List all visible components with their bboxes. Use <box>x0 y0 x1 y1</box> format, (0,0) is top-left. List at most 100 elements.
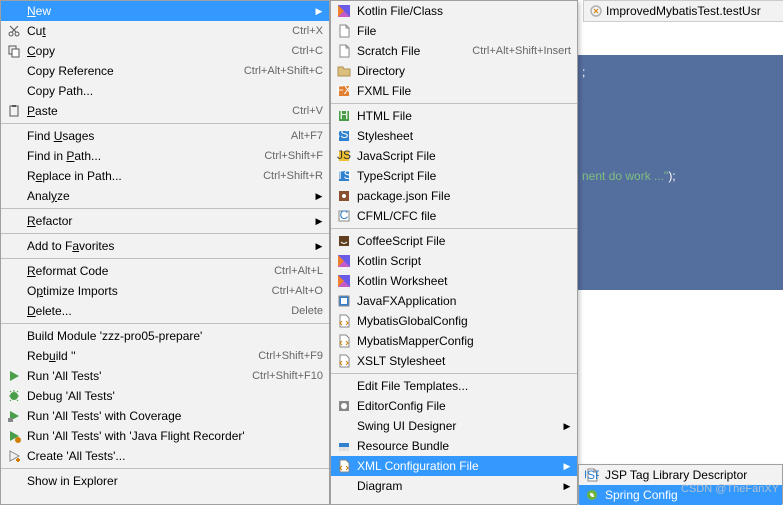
context-menu-2-item[interactable]: EditorConfig File <box>331 396 577 416</box>
context-menu-2-item[interactable]: Diagram▶ <box>331 476 577 496</box>
menu-item-label: Run 'All Tests' with Coverage <box>27 409 323 423</box>
ts-icon: TS <box>335 168 353 184</box>
file-icon <box>335 23 353 39</box>
context-menu-1-item[interactable]: Delete...Delete <box>1 301 329 321</box>
context-menu-2-item[interactable]: XSLT Stylesheet <box>331 351 577 371</box>
submenu-arrow-icon: ▶ <box>315 216 323 227</box>
blank-icon <box>5 63 23 79</box>
cut-icon <box>5 23 23 39</box>
menu-item-label: Run 'All Tests' with 'Java Flight Record… <box>27 429 323 443</box>
blank-icon <box>5 238 23 254</box>
context-menu-2-item[interactable]: Kotlin File/Class <box>331 1 577 21</box>
context-menu-2-item[interactable]: Swing UI Designer ▶ <box>331 416 577 436</box>
context-menu-1-item[interactable]: Analyze▶ <box>1 186 329 206</box>
context-menu-2-item[interactable]: CSSStylesheet <box>331 126 577 146</box>
debug-icon <box>5 388 23 404</box>
context-menu-1[interactable]: New▶CutCtrl+XCopyCtrl+CCopy ReferenceCtr… <box>0 0 330 505</box>
menu-item-label: New <box>27 4 311 18</box>
context-menu-3-item[interactable]: JSPJSP Tag Library Descriptor <box>579 465 782 485</box>
context-menu-1-item[interactable]: Build Module 'zzz-pro05-prepare' <box>1 326 329 346</box>
kotlin-icon <box>335 3 353 19</box>
context-menu-2-item[interactable]: CCFML/CFC file <box>331 206 577 226</box>
context-menu-1-item[interactable]: Rebuild ''Ctrl+Shift+F9 <box>1 346 329 366</box>
menu-item-label: Diagram <box>357 479 559 493</box>
context-menu-1-item[interactable]: Reformat CodeCtrl+Alt+L <box>1 261 329 281</box>
svg-text:H: H <box>340 109 349 122</box>
html-icon: H <box>335 108 353 124</box>
context-menu-1-item[interactable]: Copy Reference Ctrl+Alt+Shift+C <box>1 61 329 81</box>
context-menu-2-item[interactable]: FXFXML File <box>331 81 577 101</box>
menu-item-label: EditorConfig File <box>357 399 571 413</box>
context-menu-1-item[interactable]: CutCtrl+X <box>1 21 329 41</box>
blank-icon <box>335 418 353 434</box>
context-menu-1-item[interactable]: Find UsagesAlt+F7 <box>1 126 329 146</box>
context-menu-2-item[interactable]: File <box>331 21 577 41</box>
copy-icon <box>5 43 23 59</box>
context-menu-2-item[interactable]: Edit File Templates... <box>331 376 577 396</box>
menu-item-label: package.json File <box>357 189 571 203</box>
context-menu-2-item[interactable]: MybatisMapperConfig <box>331 331 577 351</box>
jsp-icon: JSP <box>583 467 601 483</box>
context-menu-2-item[interactable]: Scratch FileCtrl+Alt+Shift+Insert <box>331 41 577 61</box>
blank-icon <box>5 473 23 489</box>
menu-item-label: Debug 'All Tests' <box>27 389 323 403</box>
menu-item-label: Edit File Templates... <box>357 379 571 393</box>
submenu-arrow-icon: ▶ <box>563 421 571 432</box>
menu-item-label: XML Configuration File <box>357 459 559 473</box>
context-menu-1-item[interactable]: Optimize ImportsCtrl+Alt+O <box>1 281 329 301</box>
svg-text:FX: FX <box>337 84 351 97</box>
shortcut-label: Ctrl+X <box>292 25 323 37</box>
menu-item-label: CoffeeScript File <box>357 234 571 248</box>
menu-item-label: Replace in Path... <box>27 169 255 183</box>
shortcut-label: Ctrl+Shift+F9 <box>258 350 323 362</box>
context-menu-2-item[interactable]: Kotlin Script <box>331 251 577 271</box>
menu-item-label: Swing UI Designer <box>357 419 559 433</box>
context-menu-2-item[interactable]: package.json File <box>331 186 577 206</box>
context-menu-2-item[interactable]: CoffeeScript File <box>331 231 577 251</box>
watermark: CSDN @TheFanXY <box>681 483 779 495</box>
context-menu-1-item[interactable]: Copy Path... <box>1 81 329 101</box>
menu-item-label: Build Module 'zzz-pro05-prepare' <box>27 329 323 343</box>
context-menu-1-item[interactable]: Find in Path...Ctrl+Shift+F <box>1 146 329 166</box>
menu-item-label: HTML File <box>357 109 571 123</box>
menu-item-label: Scratch File <box>357 44 464 58</box>
menu-item-label: XSLT Stylesheet <box>357 354 571 368</box>
context-menu-1-item[interactable]: Replace in Path...Ctrl+Shift+R <box>1 166 329 186</box>
context-menu-1-item[interactable]: CopyCtrl+C <box>1 41 329 61</box>
context-menu-1-item[interactable]: PasteCtrl+V <box>1 101 329 121</box>
menu-item-label: TypeScript File <box>357 169 571 183</box>
context-menu-2-item[interactable]: H HTML File <box>331 106 577 126</box>
context-menu-1-item[interactable]: Create 'All Tests'... <box>1 446 329 466</box>
context-menu-2-item[interactable]: Directory <box>331 61 577 81</box>
context-menu-2-item[interactable]: Kotlin Worksheet <box>331 271 577 291</box>
context-menu-2-item[interactable]: TS TypeScript File <box>331 166 577 186</box>
separator <box>1 233 329 234</box>
context-menu-2-item[interactable]: MybatisGlobalConfig <box>331 311 577 331</box>
context-menu-2-item[interactable]: Resource Bundle <box>331 436 577 456</box>
rb-icon <box>335 438 353 454</box>
context-menu-1-item[interactable]: Run 'All Tests' with 'Java Flight Record… <box>1 426 329 446</box>
separator <box>331 228 577 229</box>
jfx-icon <box>335 293 353 309</box>
context-menu-2[interactable]: Kotlin File/ClassFileScratch FileCtrl+Al… <box>330 0 578 505</box>
context-menu-1-item[interactable]: Show in Explorer <box>1 471 329 491</box>
editor-tab[interactable]: ImprovedMybatisTest.testUsr <box>583 0 783 22</box>
blank-icon <box>5 348 23 364</box>
separator <box>1 323 329 324</box>
context-menu-1-item[interactable]: Debug 'All Tests' <box>1 386 329 406</box>
context-menu-1-item[interactable]: Refactor▶ <box>1 211 329 231</box>
shortcut-label: Ctrl+Alt+Shift+C <box>244 65 323 77</box>
separator <box>331 103 577 104</box>
blank-icon <box>335 378 353 394</box>
context-menu-2-item[interactable]: XML Configuration File▶ <box>331 456 577 476</box>
context-menu-2-item[interactable]: JSJavaScript File <box>331 146 577 166</box>
context-menu-1-item[interactable]: Add to Favorites▶ <box>1 236 329 256</box>
menu-item-label: Copy Reference <box>27 64 236 78</box>
context-menu-1-item[interactable]: Run 'All Tests' with Coverage <box>1 406 329 426</box>
context-menu-1-item[interactable]: New▶ <box>1 1 329 21</box>
menu-item-label: MybatisMapperConfig <box>357 334 571 348</box>
blank-icon <box>5 148 23 164</box>
context-menu-2-item[interactable]: JavaFXApplication <box>331 291 577 311</box>
context-menu-1-item[interactable]: Run 'All Tests'Ctrl+Shift+F10 <box>1 366 329 386</box>
test-icon <box>590 5 602 17</box>
